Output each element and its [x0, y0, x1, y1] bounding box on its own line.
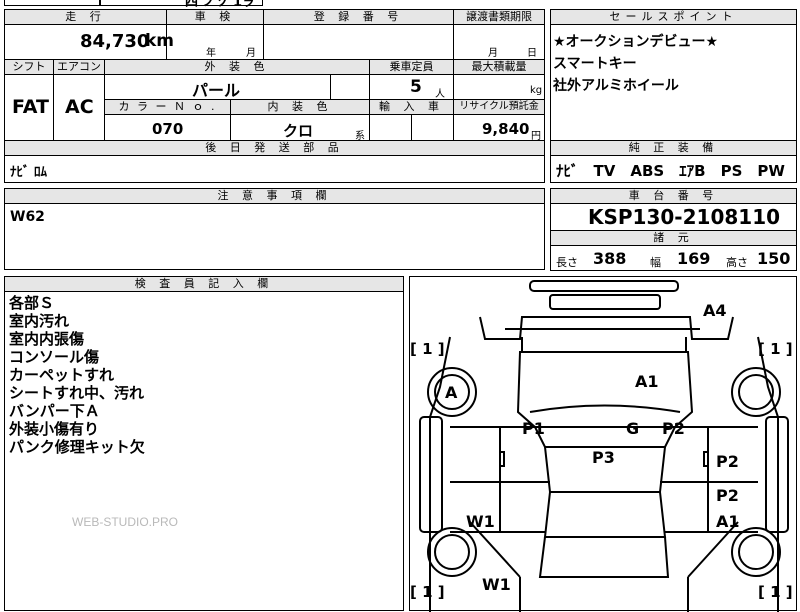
mark-w1-bottom: W1 — [482, 575, 511, 594]
later-parts-value: ﾅﾋﾞ ﾛﾑ — [10, 165, 48, 180]
bracket-bottom-right: [ 1 ] — [758, 583, 793, 601]
capacity-header: 乗車定員 — [369, 59, 454, 75]
height-label: 高さ — [726, 256, 748, 269]
note-line: シートすれ中、汚れ — [9, 384, 145, 402]
note-line: コンソール傷 — [9, 348, 100, 366]
max-load-header: 最大積載量 — [453, 59, 545, 75]
note-line: 各部Ｓ — [9, 294, 55, 312]
ac-header: エアコン — [53, 59, 105, 75]
length-value: 388 — [593, 249, 627, 268]
mark-p2-upper: P2 — [662, 419, 685, 438]
mark-a1-lower: A1 — [716, 512, 740, 531]
equipment-value: ﾅﾋﾞ TV ABS ｴｱB PS PW — [556, 162, 785, 180]
note-line: バンパー下Ａ — [9, 402, 100, 420]
bracket-top-right: [ 1 ] — [758, 340, 793, 358]
length-label: 長さ — [556, 256, 578, 269]
damage-diagram: A4 A A1 P1 G P2 P3 P2 P2 W1 A1 W1 [ 1 ] … — [409, 276, 797, 612]
dimensions-header: 諸 元 — [550, 230, 797, 246]
inspection-header: 車 検 — [166, 9, 264, 25]
color-no-header: カ ラ ー Ｎ ｏ . — [104, 99, 231, 115]
shift-value: FAT — [12, 96, 49, 118]
transfer-day-unit: 日 — [527, 48, 537, 59]
import-cell-a — [369, 114, 412, 141]
note-line: カーペットすれ — [9, 366, 115, 384]
exterior-color-sub — [330, 74, 370, 100]
sales-point-1: ★オークションデビュー★ — [553, 34, 719, 50]
caution-header: 注 意 事 項 欄 — [4, 188, 545, 204]
mark-p1: P1 — [522, 419, 545, 438]
capacity-unit: 人 — [435, 89, 445, 100]
exterior-color-header: 外 装 色 — [104, 59, 370, 75]
equipment-header: 純 正 装 備 — [550, 140, 797, 156]
mark-w1-mid: W1 — [466, 512, 495, 531]
inspector-header: 検 査 員 記 入 欄 — [4, 276, 404, 292]
import-cell-b — [411, 114, 454, 141]
bracket-top-left: [ 1 ] — [410, 340, 445, 358]
sales-point-3: 社外アルミホイール — [553, 78, 679, 94]
import-header: 輸 入 車 — [369, 99, 454, 115]
caution-value: W62 — [10, 209, 45, 225]
top-strip-left — [4, 0, 100, 6]
mark-a: A — [445, 383, 458, 402]
recycle-header: リサイクル預託金 — [453, 99, 545, 115]
sales-point-header: セールスポイント — [550, 9, 797, 25]
inspector-notes: 各部Ｓ 室内汚れ 室内内張傷 コンソール傷 カーペットすれ シートすれ中、汚れ … — [4, 291, 404, 611]
inspection-month-unit: 月 — [246, 48, 256, 59]
width-label: 幅 — [650, 256, 661, 269]
note-line: 外装小傷有り — [9, 420, 100, 438]
transfer-header: 譲渡書類期限 — [453, 9, 545, 25]
mark-p2-mid: P2 — [716, 452, 739, 471]
inspection-year-unit: 年 — [206, 48, 216, 59]
recycle-value: 9,840 — [482, 120, 530, 138]
chassis-value: KSP130-2108110 — [588, 205, 781, 229]
mark-a1-top: A1 — [635, 372, 659, 391]
note-line: 室内内張傷 — [9, 330, 85, 348]
mileage-header: 走 行 — [4, 9, 167, 25]
interior-header: 内 装 色 — [230, 99, 370, 115]
watermark: WEB-STUDIO.PRO — [72, 515, 179, 529]
ac-value: AC — [65, 96, 94, 118]
chassis-header: 車 台 番 号 — [550, 188, 797, 204]
car-outline — [419, 280, 789, 612]
sales-point-2: スマートキー — [553, 56, 637, 72]
registration-cell — [263, 24, 454, 60]
registration-header: 登 録 番 号 — [263, 9, 454, 25]
mileage-value: 84,730 — [80, 31, 150, 52]
mark-p3: P3 — [592, 448, 615, 467]
note-line: パンク修理キット欠 — [9, 438, 145, 456]
transfer-month-unit: 月 — [488, 48, 498, 59]
interior-value: クロ — [283, 122, 314, 140]
note-line: 室内汚れ — [9, 312, 70, 330]
shift-header: シフト — [4, 59, 54, 75]
color-no-value: 070 — [152, 120, 184, 138]
later-parts-header: 後 日 発 送 部 品 — [4, 140, 545, 156]
max-load-unit: kg — [530, 85, 543, 96]
mark-g: G — [626, 419, 640, 438]
bracket-bottom-left: [ 1 ] — [410, 583, 445, 601]
caution-cell — [4, 203, 545, 270]
later-parts-cell — [4, 155, 545, 183]
mark-p2-lower: P2 — [716, 486, 739, 505]
width-value: 169 — [677, 249, 711, 268]
mark-a4: A4 — [703, 301, 727, 320]
capacity-value: 5 — [410, 77, 422, 97]
height-value: 150 — [757, 249, 791, 268]
exterior-color-value: パール — [192, 81, 241, 100]
